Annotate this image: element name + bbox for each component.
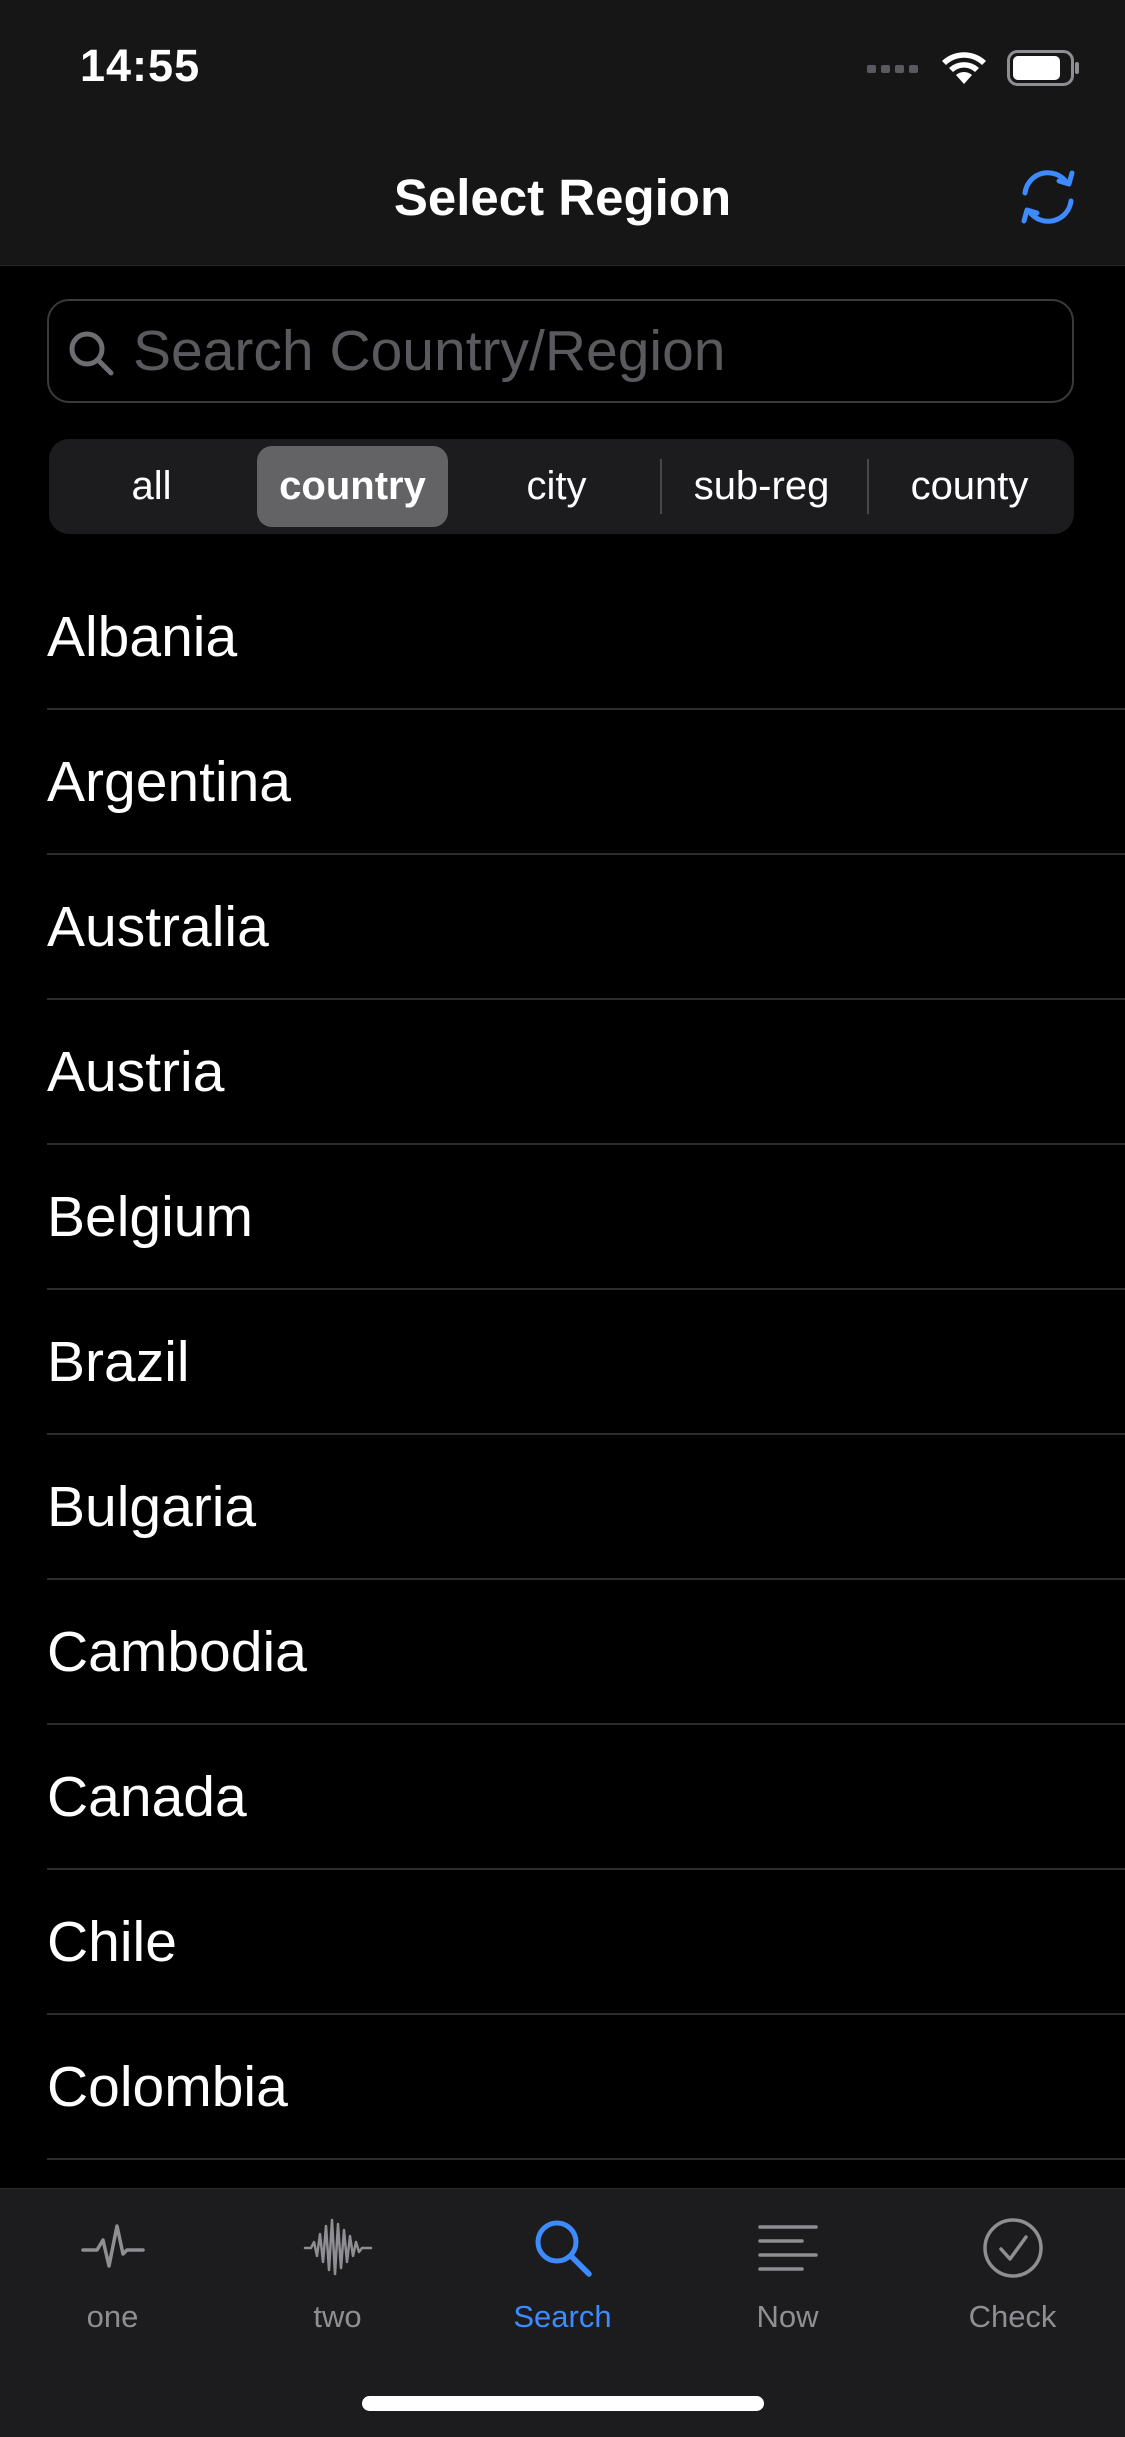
- list-item[interactable]: Chile: [0, 1870, 1125, 2015]
- tab-label: Now: [756, 2299, 819, 2334]
- segment-divider: [867, 459, 869, 514]
- segment-country[interactable]: country: [257, 446, 448, 527]
- tab-label: two: [313, 2299, 362, 2334]
- list-item[interactable]: Bulgaria: [0, 1435, 1125, 1580]
- waveform-icon: [303, 2213, 373, 2283]
- segment-divider: [660, 459, 662, 514]
- list-item[interactable]: Colombia: [0, 2015, 1125, 2160]
- home-indicator: [362, 2396, 764, 2411]
- tab-bar: one two Search Now Check: [0, 2188, 1125, 2437]
- tab-search[interactable]: Search: [450, 2213, 675, 2353]
- list-item-label: Austria: [47, 1039, 225, 1104]
- refresh-button[interactable]: [1013, 164, 1083, 234]
- list-item[interactable]: Albania: [0, 565, 1125, 710]
- list-item-label: Bulgaria: [47, 1474, 257, 1539]
- list-item-label: Chile: [47, 1909, 177, 1974]
- tab-one[interactable]: one: [0, 2213, 225, 2353]
- status-bar: 14:55: [0, 0, 1125, 134]
- wifi-icon: [941, 50, 987, 91]
- tab-now[interactable]: Now: [675, 2213, 900, 2353]
- tab-check[interactable]: Check: [900, 2213, 1125, 2353]
- list-item-label: Brazil: [47, 1329, 190, 1394]
- tab-label: one: [86, 2299, 139, 2334]
- list-item[interactable]: Canada: [0, 1725, 1125, 1870]
- search-icon: [65, 327, 119, 381]
- lines-icon: [753, 2213, 823, 2283]
- segment-sub-reg[interactable]: sub-reg: [666, 446, 857, 527]
- list-item[interactable]: Austria: [0, 1000, 1125, 1145]
- list-item-label: Canada: [47, 1764, 247, 1829]
- list-item-label: Argentina: [47, 749, 292, 814]
- list-item-label: Albania: [47, 604, 238, 669]
- page-title: Select Region: [393, 169, 732, 226]
- list-item-label: Cambodia: [47, 1619, 307, 1684]
- checkmark-circle-icon: [978, 2213, 1048, 2283]
- tab-label: Check: [968, 2299, 1057, 2334]
- list-item-label: Australia: [47, 894, 269, 959]
- search-box[interactable]: [47, 299, 1074, 403]
- refresh-icon: [1015, 167, 1081, 232]
- list-item[interactable]: Argentina: [0, 710, 1125, 855]
- status-icons: [867, 48, 1081, 92]
- tab-label: Search: [513, 2299, 612, 2334]
- region-type-segmented-control: all country city sub-reg county: [49, 439, 1074, 534]
- list-item[interactable]: Brazil: [0, 1290, 1125, 1435]
- list-item-label: Belgium: [47, 1184, 253, 1249]
- status-time: 14:55: [80, 40, 201, 91]
- segment-county[interactable]: county: [874, 446, 1065, 527]
- search-input[interactable]: [133, 301, 1053, 401]
- battery-icon: [1007, 49, 1081, 91]
- cellular-signal-icon: [867, 61, 921, 79]
- region-list: Albania Argentina Australia Austria Belg…: [0, 565, 1125, 2160]
- heartbeat-icon: [78, 2213, 148, 2283]
- list-item-label: Colombia: [47, 2054, 288, 2119]
- list-item[interactable]: Belgium: [0, 1145, 1125, 1290]
- list-separator: [47, 2158, 1125, 2160]
- segment-city[interactable]: city: [461, 446, 652, 527]
- segment-all[interactable]: all: [56, 446, 247, 527]
- tab-two[interactable]: two: [225, 2213, 450, 2353]
- list-item[interactable]: Australia: [0, 855, 1125, 1000]
- nav-bar: Select Region: [0, 134, 1125, 266]
- search-icon: [528, 2213, 598, 2283]
- list-item[interactable]: Cambodia: [0, 1580, 1125, 1725]
